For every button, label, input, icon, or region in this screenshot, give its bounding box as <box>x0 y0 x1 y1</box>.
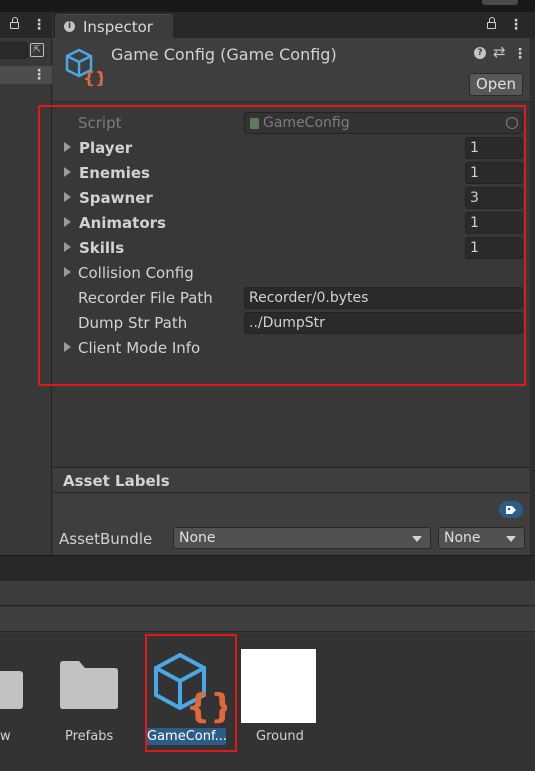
material-preview-white[interactable] <box>241 649 316 723</box>
maximize-icon[interactable]: ⇱ <box>30 43 44 57</box>
presets-icon[interactable]: ⇄ <box>493 43 506 61</box>
info-icon: i <box>64 21 75 32</box>
project-toolbar <box>0 581 535 606</box>
asset-labels-header: Asset Labels <box>53 467 530 493</box>
project-tabbar <box>0 555 535 581</box>
assetbundle-value: None <box>179 530 216 546</box>
highlight-box-fields <box>38 105 526 386</box>
tab-inspector[interactable]: i Inspector <box>55 14 173 38</box>
label-tag-icon[interactable] <box>499 501 523 518</box>
open-button[interactable]: Open <box>469 73 523 96</box>
row-kebab-icon[interactable]: ⋮ <box>32 68 46 82</box>
project-item-label[interactable]: Prefabs <box>65 729 113 744</box>
top-right-control[interactable] <box>482 0 518 5</box>
chevron-down-icon <box>412 536 422 542</box>
svg-text:{}: {} <box>83 69 103 86</box>
highlight-box-asset <box>145 634 237 752</box>
tab-inspector-label: Inspector <box>83 18 153 36</box>
project-breadcrumb-bar <box>0 607 535 632</box>
help-icon[interactable]: ? <box>474 47 486 59</box>
object-title: Game Config (Game Config) <box>111 45 337 64</box>
kebab-icon[interactable]: ⋮ <box>32 18 46 32</box>
header-kebab-icon[interactable]: ⋮ <box>513 47 527 61</box>
lock-icon[interactable] <box>487 17 496 29</box>
project-item-label[interactable]: w <box>0 729 11 744</box>
left-search-input[interactable] <box>0 42 28 59</box>
folder-icon[interactable] <box>59 660 119 710</box>
asset-labels-title: Asset Labels <box>63 472 170 490</box>
chevron-down-icon <box>506 536 516 542</box>
top-bar <box>0 0 535 12</box>
inspector-scrollbar[interactable] <box>530 38 535 555</box>
project-item-label[interactable]: Ground <box>256 729 304 744</box>
lock-icon[interactable] <box>10 17 19 29</box>
folder-icon[interactable] <box>0 671 23 709</box>
assetbundle-label: AssetBundle <box>59 530 153 548</box>
asset-icon: {} <box>63 46 107 89</box>
variant-value: None <box>444 530 481 546</box>
assetbundle-dropdown[interactable]: None <box>173 527 431 549</box>
kebab-icon[interactable]: ⋮ <box>509 18 523 32</box>
variant-dropdown[interactable]: None <box>438 527 525 549</box>
